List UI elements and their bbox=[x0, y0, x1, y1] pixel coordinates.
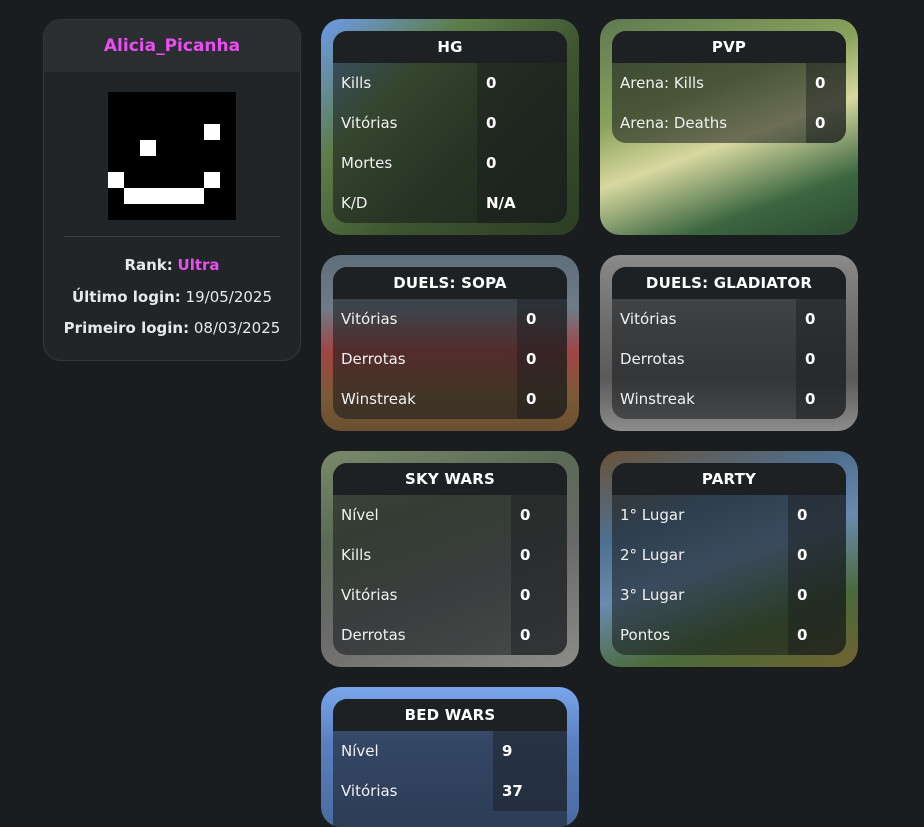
username: Alicia_Picanha bbox=[44, 20, 300, 72]
stat-label: Vitórias bbox=[341, 586, 398, 604]
rank-label: Rank: bbox=[124, 256, 173, 274]
stat-label: Vitórias bbox=[620, 310, 677, 328]
stat-label: Arena: Deaths bbox=[620, 114, 728, 132]
pvp-card: PVP Arena: Kills 0 Arena: Deaths 0 bbox=[600, 19, 858, 235]
pixel-smiley-skin-icon bbox=[108, 92, 236, 220]
bed-wars-title: BED WARS bbox=[333, 699, 567, 731]
stat-label: Derrotas bbox=[341, 350, 406, 368]
stat-row: 2° Lugar 0 bbox=[612, 535, 846, 575]
stat-row: 1° Lugar 0 bbox=[612, 495, 846, 535]
sky-wars-title: SKY WARS bbox=[333, 463, 567, 495]
stat-value: 0 bbox=[477, 63, 567, 103]
stat-row: Nível 0 bbox=[333, 495, 567, 535]
stat-row: Arena: Kills 0 bbox=[612, 63, 846, 103]
stat-label: Mortes bbox=[341, 154, 393, 172]
last-login-label: Último login: bbox=[71, 288, 181, 306]
stat-label: Arena: Kills bbox=[620, 74, 705, 92]
stat-value: 0 bbox=[796, 299, 846, 339]
stat-label: 1° Lugar bbox=[620, 506, 685, 524]
duels-gladiator-title: DUELS: GLADIATOR bbox=[612, 267, 846, 299]
duels-sopa-title: DUELS: SOPA bbox=[333, 267, 567, 299]
stat-row: Vitórias 37 bbox=[333, 771, 567, 811]
stat-row: Winstreak 0 bbox=[333, 379, 567, 419]
stat-value: 0 bbox=[477, 143, 567, 183]
party-title: PARTY bbox=[612, 463, 846, 495]
bed-wars-card: BED WARS Nível 9 Vitórias 37 bbox=[321, 687, 579, 827]
stat-label: Vitórias bbox=[341, 114, 398, 132]
hg-title: HG bbox=[333, 31, 567, 63]
stat-value: 0 bbox=[517, 339, 567, 379]
stat-value: 0 bbox=[806, 63, 846, 103]
stat-row: Derrotas 0 bbox=[612, 339, 846, 379]
stat-value: 0 bbox=[517, 299, 567, 339]
stat-label: 2° Lugar bbox=[620, 546, 685, 564]
stat-row: Derrotas 0 bbox=[333, 339, 567, 379]
first-login-line: Primeiro login: 08/03/2025 bbox=[44, 319, 300, 337]
stat-label: Nível bbox=[341, 742, 379, 760]
stat-value: 0 bbox=[511, 535, 567, 575]
first-login-label: Primeiro login: bbox=[63, 319, 190, 337]
profile-card: Alicia_Picanha Rank: Ultra Último login:… bbox=[43, 19, 301, 361]
stat-value: 0 bbox=[788, 535, 846, 575]
stat-label: 3° Lugar bbox=[620, 586, 685, 604]
stat-value: 0 bbox=[477, 103, 567, 143]
stat-row: Winstreak 0 bbox=[612, 379, 846, 419]
stat-row: Mortes 0 bbox=[333, 143, 567, 183]
stat-label: K/D bbox=[341, 194, 368, 212]
duels-gladiator-card: DUELS: GLADIATOR Vitórias 0 Derrotas 0 Win… bbox=[600, 255, 858, 431]
pvp-title: PVP bbox=[612, 31, 846, 63]
stat-row: Vitórias 0 bbox=[333, 299, 567, 339]
stat-label: Derrotas bbox=[341, 626, 406, 644]
stat-row: Derrotas 0 bbox=[333, 615, 567, 655]
rank-line: Rank: Ultra bbox=[44, 256, 300, 274]
stat-value: 0 bbox=[517, 379, 567, 419]
stat-row: K/D N/A bbox=[333, 183, 567, 223]
stat-label: Nível bbox=[341, 506, 379, 524]
stat-row: Kills 0 bbox=[333, 535, 567, 575]
party-card: PARTY 1° Lugar 0 2° Lugar 0 3° Lugar 0 Pont… bbox=[600, 451, 858, 667]
stat-row: Vitórias 0 bbox=[612, 299, 846, 339]
stat-value: 0 bbox=[788, 495, 846, 535]
stat-value: 9 bbox=[493, 731, 567, 771]
stat-row: Nível 9 bbox=[333, 731, 567, 771]
stat-row: Kills 0 bbox=[333, 63, 567, 103]
first-login-value: 08/03/2025 bbox=[193, 319, 281, 337]
stat-label: Winstreak bbox=[341, 390, 416, 408]
stat-value: 0 bbox=[511, 495, 567, 535]
stat-label: Vitórias bbox=[341, 310, 398, 328]
stat-value: 0 bbox=[806, 103, 846, 143]
stat-row: Arena: Deaths 0 bbox=[612, 103, 846, 143]
duels-sopa-card: DUELS: SOPA Vitórias 0 Derrotas 0 Winstrea… bbox=[321, 255, 579, 431]
stat-label: Derrotas bbox=[620, 350, 685, 368]
sky-wars-card: SKY WARS Nível 0 Kills 0 Vitórias 0 Derrota… bbox=[321, 451, 579, 667]
stat-value: 0 bbox=[511, 575, 567, 615]
stat-value: 0 bbox=[788, 615, 846, 655]
profile-divider bbox=[64, 236, 280, 237]
stat-row: Vitórias 0 bbox=[333, 575, 567, 615]
stat-row: Vitórias 0 bbox=[333, 103, 567, 143]
stat-value: 0 bbox=[511, 615, 567, 655]
stat-value: 0 bbox=[796, 379, 846, 419]
stat-value: 0 bbox=[796, 339, 846, 379]
stat-label: Winstreak bbox=[620, 390, 695, 408]
last-login-value: 19/05/2025 bbox=[185, 288, 273, 306]
stat-label: Vitórias bbox=[341, 782, 398, 800]
rank-value: Ultra bbox=[177, 256, 220, 274]
hg-card: HG Kills 0 Vitórias 0 Mortes 0 K/D N/A bbox=[321, 19, 579, 235]
stat-label: Kills bbox=[341, 546, 372, 564]
stat-value: N/A bbox=[477, 183, 567, 223]
stat-label: Kills bbox=[341, 74, 372, 92]
last-login-line: Último login: 19/05/2025 bbox=[44, 288, 300, 306]
stat-row: Pontos 0 bbox=[612, 615, 846, 655]
stat-value: 0 bbox=[788, 575, 846, 615]
stat-value: 37 bbox=[493, 771, 567, 811]
stat-label: Pontos bbox=[620, 626, 671, 644]
stat-row: 3° Lugar 0 bbox=[612, 575, 846, 615]
